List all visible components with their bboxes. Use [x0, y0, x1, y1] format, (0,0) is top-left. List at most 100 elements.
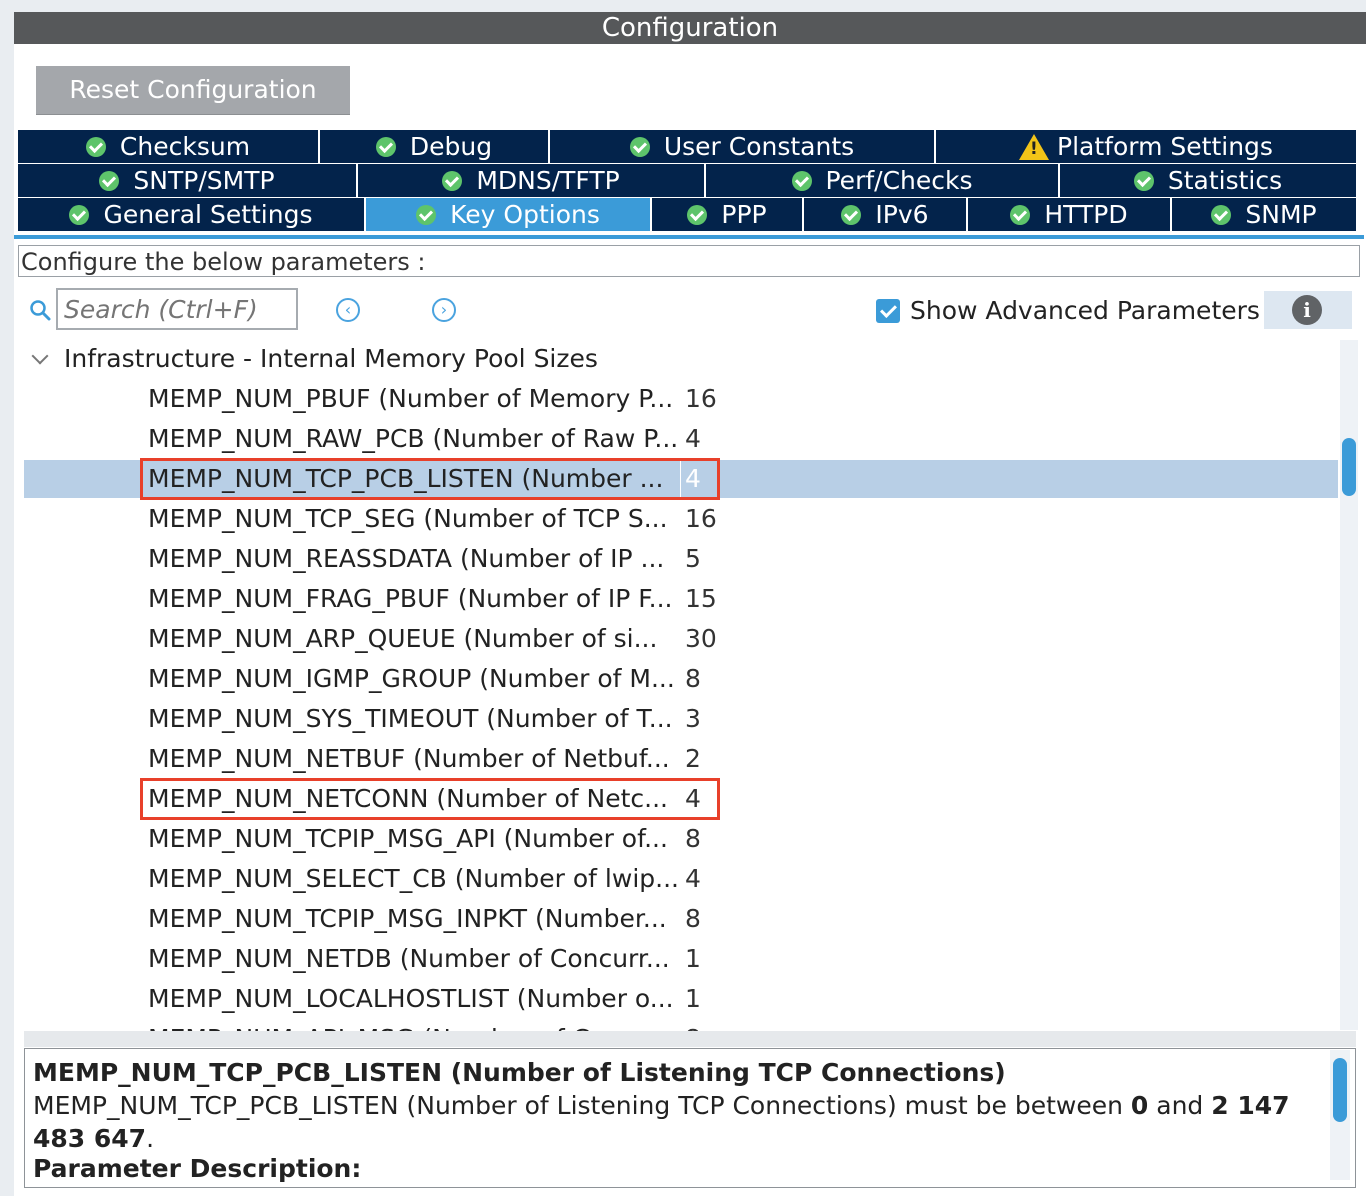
check-circle-icon: [85, 136, 106, 157]
parameter-row[interactable]: MEMP_NUM_NETDB (Number of Concurr... 1: [24, 940, 1338, 978]
description-text: MEMP_NUM_TCP_PCB_LISTEN (Number of Liste…: [33, 1089, 1323, 1155]
parameter-name: MEMP_NUM_TCPIP_MSG_INPKT (Number...: [148, 904, 667, 933]
tab-platform-settings[interactable]: Platform Settings: [936, 130, 1356, 163]
chevron-down-icon[interactable]: [31, 347, 49, 365]
description-text-before: MEMP_NUM_TCP_PCB_LISTEN (Number of Liste…: [33, 1091, 1131, 1120]
parameter-name: MEMP_NUM_SELECT_CB (Number of lwip...: [148, 864, 678, 893]
show-advanced-checkbox[interactable]: [876, 299, 900, 323]
parameter-value[interactable]: 3: [685, 700, 745, 738]
tab-label: SNMP: [1245, 200, 1317, 229]
check-circle-icon: [442, 170, 463, 191]
tab-label: IPv6: [875, 200, 929, 229]
parameter-name: MEMP_NUM_LOCALHOSTLIST (Number o...: [148, 984, 674, 1013]
check-circle-icon: [375, 136, 396, 157]
parameter-row[interactable]: MEMP_NUM_RAW_PCB (Number of Raw P... 4: [24, 420, 1338, 458]
parameter-row[interactable]: MEMP_NUM_PBUF (Number of Memory P... 16: [24, 380, 1338, 418]
tab-user-constants[interactable]: User Constants: [550, 130, 936, 163]
parameter-row[interactable]: MEMP_NUM_SYS_TIMEOUT (Number of T... 3: [24, 700, 1338, 738]
tab-label: Perf/Checks: [825, 166, 973, 195]
group-label: Infrastructure - Internal Memory Pool Si…: [64, 344, 598, 373]
parameter-name: MEMP_NUM_IGMP_GROUP (Number of M...: [148, 664, 675, 693]
parameter-name: MEMP_NUM_API_MSG (Number of C...: [148, 1020, 678, 1031]
parameter-value[interactable]: 1: [685, 980, 745, 1018]
parameter-row[interactable]: MEMP_NUM_SELECT_CB (Number of lwip... 4: [24, 860, 1338, 898]
parameter-name: MEMP_NUM_ARP_QUEUE (Number of si...: [148, 624, 658, 653]
tab-label: Statistics: [1167, 166, 1283, 195]
parameter-value[interactable]: 15: [685, 580, 745, 618]
parameter-row[interactable]: MEMP_NUM_REASSDATA (Number of IP ... 5: [24, 540, 1338, 578]
tree-scrollbar-thumb[interactable]: [1342, 438, 1356, 496]
parameter-tree: Infrastructure - Internal Memory Pool Si…: [22, 338, 1340, 1031]
tab-label: Platform Settings: [1057, 132, 1273, 161]
tab-httpd[interactable]: HTTPD: [968, 198, 1172, 231]
parameter-row[interactable]: MEMP_NUM_TCPIP_MSG_API (Number of... 8: [24, 820, 1338, 858]
check-circle-icon: [687, 204, 708, 225]
reset-configuration-button[interactable]: Reset Configuration: [36, 66, 350, 115]
parameter-row[interactable]: MEMP_NUM_NETBUF (Number of Netbuf... 2: [24, 740, 1338, 778]
parameter-value[interactable]: 5: [685, 540, 745, 578]
parameter-row[interactable]: MEMP_NUM_IGMP_GROUP (Number of M... 8: [24, 660, 1338, 698]
parameter-value[interactable]: 8: [685, 820, 745, 858]
parameter-row[interactable]: MEMP_NUM_API_MSG (Number of C... 8: [24, 1020, 1338, 1031]
check-circle-icon: [416, 204, 437, 225]
tab-checksum[interactable]: Checksum: [18, 130, 320, 163]
window-title: Configuration: [14, 12, 1366, 44]
highlight-box: [140, 458, 720, 500]
check-circle-icon: [99, 170, 120, 191]
parameter-value[interactable]: 4: [685, 420, 745, 458]
tab-ppp[interactable]: PPP: [652, 198, 804, 231]
tab-mdns-tftp[interactable]: MDNS/TFTP: [358, 164, 706, 197]
check-circle-icon: [841, 204, 862, 225]
tab-statistics[interactable]: Statistics: [1060, 164, 1356, 197]
parameter-name: MEMP_NUM_TCP_SEG (Number of TCP S...: [148, 504, 668, 533]
parameter-value[interactable]: 8: [685, 900, 745, 938]
parameter-name: MEMP_NUM_PBUF (Number of Memory P...: [148, 384, 674, 413]
parameter-row[interactable]: MEMP_NUM_TCP_SEG (Number of TCP S... 16: [24, 500, 1338, 538]
tab-label: MDNS/TFTP: [476, 166, 620, 195]
parameter-value[interactable]: 1: [685, 940, 745, 978]
tab-general-settings[interactable]: General Settings: [18, 198, 366, 231]
parameter-row[interactable]: MEMP_NUM_LOCALHOSTLIST (Number o... 1: [24, 980, 1338, 1018]
parameter-row[interactable]: MEMP_NUM_ARP_QUEUE (Number of si... 30: [24, 620, 1338, 658]
tab-key-options[interactable]: Key Options: [366, 198, 652, 231]
pane-splitter[interactable]: [24, 1031, 1356, 1047]
warning-icon: [1019, 133, 1050, 160]
tab-label: HTTPD: [1044, 200, 1128, 229]
parameter-row[interactable]: MEMP_NUM_TCPIP_MSG_INPKT (Number... 8: [24, 900, 1338, 938]
tab-label: Debug: [409, 132, 493, 161]
description-section-heading: Parameter Description:: [33, 1154, 362, 1183]
active-tab-underline: [14, 235, 1364, 239]
parameter-name: MEMP_NUM_SYS_TIMEOUT (Number of T...: [148, 704, 673, 733]
description-scrollbar-thumb[interactable]: [1333, 1058, 1347, 1122]
tab-label: SNTP/SMTP: [133, 166, 275, 195]
tab-label: PPP: [721, 200, 767, 229]
parameter-row[interactable]: MEMP_NUM_FRAG_PBUF (Number of IP F... 15: [24, 580, 1338, 618]
tab-debug[interactable]: Debug: [320, 130, 550, 163]
tab-snmp[interactable]: SNMP: [1172, 198, 1356, 231]
description-text-after: .: [146, 1124, 155, 1153]
configure-hint: Configure the below parameters :: [18, 245, 1360, 277]
parameter-name: MEMP_NUM_RAW_PCB (Number of Raw P...: [148, 424, 678, 453]
parameter-value[interactable]: 4: [685, 860, 745, 898]
check-circle-icon: [69, 204, 90, 225]
parameter-value[interactable]: 16: [685, 500, 745, 538]
search-icon[interactable]: [28, 298, 52, 322]
parameter-value[interactable]: 8: [685, 1020, 745, 1031]
description-text-mid: and: [1148, 1091, 1212, 1120]
parameter-name: MEMP_NUM_NETBUF (Number of Netbuf...: [148, 744, 670, 773]
tab-perf-checks[interactable]: Perf/Checks: [706, 164, 1060, 197]
parameter-value[interactable]: 8: [685, 660, 745, 698]
parameter-value[interactable]: 30: [685, 620, 745, 658]
tab-label: General Settings: [103, 200, 313, 229]
tab-label: Checksum: [119, 132, 251, 161]
previous-match-icon[interactable]: ‹: [336, 298, 360, 322]
parameter-value[interactable]: 16: [685, 380, 745, 418]
tab-ipv6[interactable]: IPv6: [804, 198, 968, 231]
tab-sntp-smtp[interactable]: SNTP/SMTP: [18, 164, 358, 197]
search-input[interactable]: [56, 288, 298, 330]
description-pane: MEMP_NUM_TCP_PCB_LISTEN (Number of Liste…: [24, 1048, 1356, 1188]
info-button[interactable]: i: [1264, 291, 1352, 329]
next-match-icon[interactable]: ›: [432, 298, 456, 322]
description-min: 0: [1130, 1091, 1149, 1120]
parameter-value[interactable]: 2: [685, 740, 745, 778]
